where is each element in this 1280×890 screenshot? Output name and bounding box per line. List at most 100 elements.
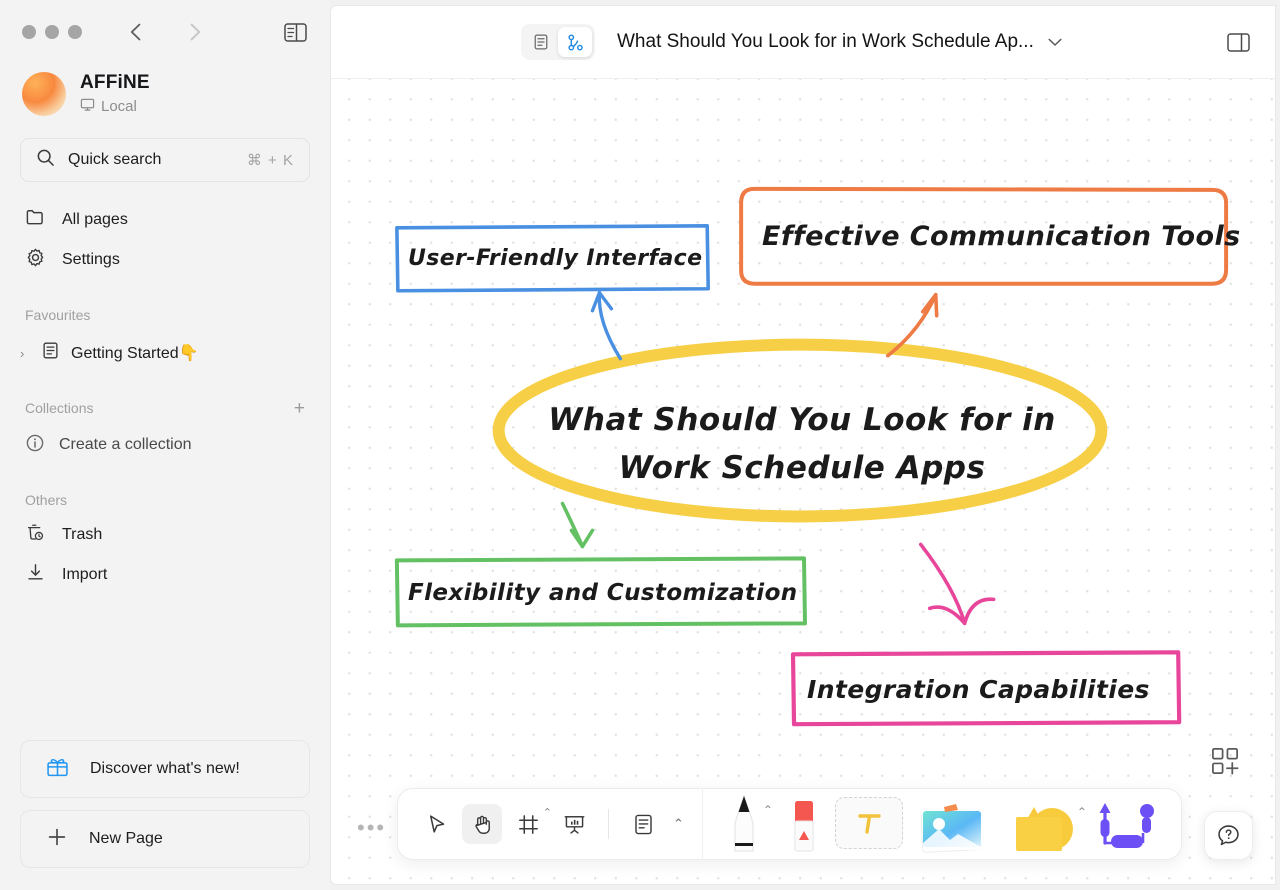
plus-icon bbox=[45, 825, 69, 854]
import-icon bbox=[25, 562, 46, 588]
eraser-tool-button[interactable] bbox=[781, 787, 827, 859]
connector-tool-button[interactable] bbox=[1089, 787, 1167, 859]
favourites-section-header: Favourites bbox=[0, 302, 330, 328]
doc-icon bbox=[41, 341, 60, 365]
sidebar-item-trash[interactable]: Trash bbox=[20, 515, 310, 555]
edgeless-mode-button[interactable] bbox=[558, 27, 592, 57]
sidebar-collapse-icon[interactable] bbox=[282, 19, 308, 45]
workspace-header[interactable]: AFFiNE Local bbox=[0, 64, 330, 116]
sidebar: AFFiNE Local Quick search ⌘ + K All page… bbox=[0, 0, 330, 890]
toolbar-left-group: ⌃ ⌃ bbox=[398, 789, 702, 859]
sidebar-item-getting-started[interactable]: › Getting Started👇 bbox=[0, 333, 330, 373]
discover-label: Discover what's new! bbox=[90, 760, 240, 777]
app-window: AFFiNE Local Quick search ⌘ + K All page… bbox=[0, 0, 1280, 890]
primary-nav: All pages Settings bbox=[0, 200, 330, 280]
frame-tool-button[interactable]: ⌃ bbox=[508, 804, 552, 844]
sidebar-item-label: Import bbox=[62, 566, 108, 583]
help-button[interactable] bbox=[1204, 811, 1253, 860]
sidebar-item-settings[interactable]: Settings bbox=[20, 240, 310, 280]
toolbar-divider bbox=[608, 809, 609, 839]
gift-icon bbox=[45, 754, 70, 784]
trash-icon bbox=[25, 522, 46, 548]
arrowhead-blue bbox=[590, 291, 614, 313]
shape-chevron-icon[interactable]: ⌃ bbox=[1077, 805, 1087, 819]
others-section-header: Others bbox=[0, 487, 330, 513]
add-collection-button[interactable]: + bbox=[294, 399, 305, 418]
discover-whats-new-button[interactable]: Discover what's new! bbox=[20, 740, 310, 798]
node-center-title[interactable]: What Should You Look for in Work Schedul… bbox=[511, 379, 1093, 509]
note-chevron-icon[interactable]: ⌃ bbox=[669, 816, 688, 832]
node-flexibility-and-customization[interactable]: Flexibility and Customization bbox=[396, 560, 806, 625]
node-effective-communication-tools[interactable]: Effective Communication Tools bbox=[742, 189, 1240, 284]
edgeless-toolbar: ⌃ ⌃ ⌃ ⌃ bbox=[397, 788, 1182, 860]
search-icon bbox=[36, 148, 55, 172]
folder-icon bbox=[25, 207, 46, 233]
toolbar-right-group: ⌃ ⌃ bbox=[703, 789, 1181, 859]
frame-chevron-icon[interactable]: ⌃ bbox=[543, 806, 552, 819]
forward-button[interactable] bbox=[184, 21, 206, 43]
hand-tool-button[interactable] bbox=[462, 804, 502, 844]
sidebar-item-label: Getting Started👇 bbox=[71, 345, 199, 362]
page-mode-button[interactable] bbox=[524, 27, 558, 57]
monitor-icon bbox=[80, 97, 95, 116]
note-tool-button[interactable] bbox=[623, 804, 663, 844]
window-titlebar bbox=[0, 0, 330, 64]
workspace-name: AFFiNE bbox=[80, 72, 150, 93]
quick-search-input[interactable]: Quick search ⌘ + K bbox=[20, 138, 310, 182]
canvas-more-options[interactable]: ••• bbox=[357, 817, 386, 839]
connector-to-integration bbox=[918, 542, 967, 626]
mode-switcher bbox=[521, 24, 595, 60]
node-integration-capabilities[interactable]: Integration Capabilities bbox=[793, 654, 1181, 724]
shape-tool-button[interactable]: ⌃ bbox=[995, 787, 1087, 859]
collections-section-header: Collections + bbox=[0, 395, 330, 421]
sidebar-item-label: All pages bbox=[62, 211, 128, 228]
close-button[interactable] bbox=[22, 25, 36, 39]
collections-title: Collections bbox=[25, 400, 94, 416]
quick-search-shortcut: ⌘ + K bbox=[246, 152, 294, 169]
chevron-down-icon[interactable] bbox=[1048, 35, 1062, 50]
main-panel: What Should You Look for in Work Schedul… bbox=[330, 5, 1276, 885]
gear-icon bbox=[25, 247, 46, 273]
document-title-area[interactable]: What Should You Look for in Work Schedul… bbox=[617, 31, 1062, 53]
sidebar-item-create-collection[interactable]: Create a collection bbox=[0, 425, 330, 465]
back-button[interactable] bbox=[124, 21, 146, 43]
info-icon bbox=[25, 433, 45, 458]
image-tool-button[interactable] bbox=[911, 787, 991, 859]
sidebar-footer: Discover what's new! New Page bbox=[0, 740, 330, 890]
nav-arrows bbox=[124, 21, 206, 43]
workspace-avatar bbox=[22, 72, 66, 116]
text-tool-button[interactable] bbox=[831, 787, 907, 859]
chevron-right-icon[interactable]: › bbox=[20, 346, 30, 361]
present-tool-button[interactable] bbox=[554, 804, 594, 844]
others-nav: Trash Import bbox=[0, 515, 330, 595]
workspace-sync-label: Local bbox=[101, 98, 137, 115]
quick-search-label: Quick search bbox=[68, 151, 162, 168]
page-title: What Should You Look for in Work Schedul… bbox=[617, 31, 1034, 52]
sidebar-item-all-pages[interactable]: All pages bbox=[20, 200, 310, 240]
sidebar-item-label: Trash bbox=[62, 526, 103, 543]
center-title-line1: What Should You Look for in bbox=[548, 402, 1056, 438]
new-page-label: New Page bbox=[89, 830, 163, 847]
new-page-button[interactable]: New Page bbox=[20, 810, 310, 868]
select-tool-button[interactable] bbox=[416, 804, 456, 844]
sidebar-item-label: Create a collection bbox=[59, 436, 192, 453]
connector-to-user-friendly bbox=[597, 291, 623, 361]
document-header: What Should You Look for in Work Schedul… bbox=[331, 6, 1275, 79]
pen-tool-button[interactable]: ⌃ bbox=[721, 787, 773, 859]
favourites-title: Favourites bbox=[25, 307, 91, 323]
others-title: Others bbox=[25, 492, 68, 508]
sidebar-item-label: Settings bbox=[62, 251, 120, 268]
workspace-sync-status: Local bbox=[80, 97, 150, 116]
edgeless-canvas[interactable]: User-Friendly Interface Effective Commun… bbox=[331, 79, 1275, 884]
maximize-button[interactable] bbox=[68, 25, 82, 39]
arrowhead-green bbox=[569, 528, 595, 549]
template-add-icon[interactable] bbox=[1210, 746, 1241, 782]
node-user-friendly-interface[interactable]: User-Friendly Interface bbox=[396, 227, 709, 290]
center-title-line2: Work Schedule Apps bbox=[618, 450, 986, 486]
pen-chevron-icon[interactable]: ⌃ bbox=[763, 803, 773, 817]
minimize-button[interactable] bbox=[45, 25, 59, 39]
window-controls bbox=[22, 25, 82, 39]
workspace-meta: AFFiNE Local bbox=[80, 72, 150, 116]
right-sidebar-toggle-icon[interactable] bbox=[1225, 29, 1251, 55]
sidebar-item-import[interactable]: Import bbox=[20, 555, 310, 595]
